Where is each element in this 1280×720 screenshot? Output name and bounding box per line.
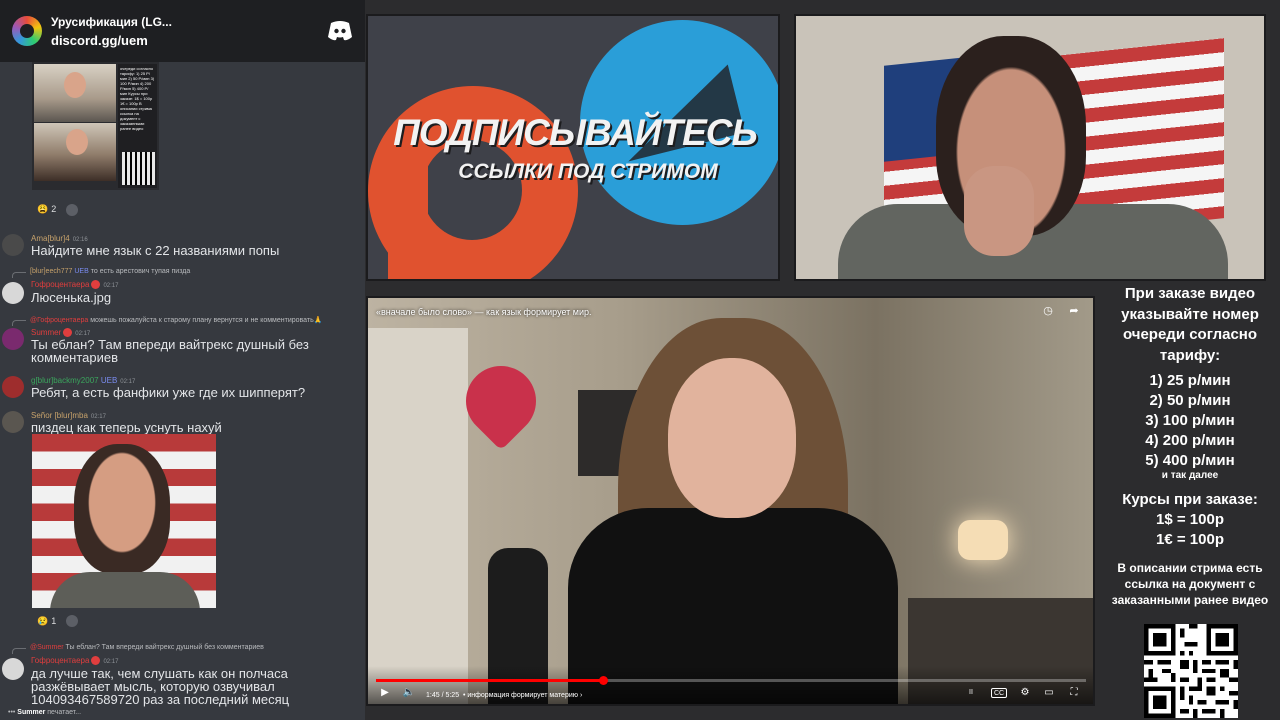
reply-preview[interactable]: [blur]eech777 UEB то есть арестович тупа… <box>30 268 190 275</box>
rate-usd: 1$ = 100р <box>1156 511 1224 528</box>
progress-fill <box>376 679 604 682</box>
subtitles-icon[interactable]: CC <box>991 688 1007 698</box>
rate-eur: 1€ = 100р <box>1156 531 1224 548</box>
message-text: Ты еблан? Там впереди вайтрекс душный бе… <box>31 337 309 365</box>
progress-scrubber[interactable] <box>599 676 609 685</box>
description-note: В описании стрима есть ссылка на докумен… <box>1111 561 1269 607</box>
username[interactable]: Señor [blur]mba 02:17 <box>31 411 106 420</box>
banner-subtitle: ССЫЛКИ ПОД СТРИМОМ <box>458 160 718 183</box>
username[interactable]: g[blur]backmy2007 UEB 02:17 <box>31 376 135 385</box>
emoji-icon: 😢 <box>37 615 49 626</box>
tariff-more: и так далее <box>1161 470 1219 481</box>
reaction-pill[interactable]: 😩 2 <box>32 201 61 217</box>
message-time: 02:17 <box>103 659 119 665</box>
avatar <box>2 376 24 398</box>
watch-later-icon[interactable]: ◷ <box>1041 304 1055 318</box>
tariff-item: 1) 25 р/мин <box>1149 372 1231 389</box>
server-icon <box>12 16 42 46</box>
subscribe-banner: ПОДПИСЫВАЙТЕСЬ ССЫЛКИ ПОД СТРИМОМ <box>366 14 780 281</box>
avatar <box>2 234 24 256</box>
thumbnail-qr-code <box>122 152 155 185</box>
tariff-item: 2) 50 р/мин <box>1149 392 1231 409</box>
message-text: пиздец как теперь уснуть нахуй <box>31 420 222 435</box>
time-display: 1:45 / 5:25 • информация формирует матер… <box>426 692 583 699</box>
add-reaction-icon[interactable] <box>66 615 78 627</box>
message-time: 02:17 <box>103 283 119 289</box>
fullscreen-icon[interactable]: ⛶ <box>1067 686 1081 700</box>
banner-title: ПОДПИСЫВАЙТЕСЬ <box>393 112 757 153</box>
rates-title: Курсы при заказе: <box>1122 491 1258 508</box>
reply-preview[interactable]: @Summer Ты еблан? Там впереди вайтрекс д… <box>30 644 264 651</box>
tariff-item: 5) 400 р/мин <box>1145 452 1235 469</box>
reply-connector <box>12 272 26 278</box>
avatar <box>2 658 24 680</box>
server-name: Урусификация (LG... <box>51 14 172 29</box>
autoplay-toggle[interactable]: II <box>964 686 978 700</box>
discord-logo-icon <box>328 21 352 41</box>
tariff-item: 3) 100 р/мин <box>1145 412 1235 429</box>
reaction-count: 2 <box>51 204 57 214</box>
avatar <box>2 328 24 350</box>
reply-connector <box>12 320 26 326</box>
qr-code <box>1144 624 1238 718</box>
username[interactable]: Ama[blur]4 02:16 <box>31 234 88 243</box>
order-instructions: При заказе видео указывайте номер очеред… <box>1121 285 1259 364</box>
chapter-label[interactable]: • информация формирует материю › <box>463 692 582 699</box>
tariff-list: 1) 25 р/мин 2) 50 р/мин 3) 100 р/мин 4) … <box>1100 371 1280 482</box>
tariff-item: 4) 200 р/мин <box>1145 432 1235 449</box>
avatar <box>2 411 24 433</box>
username[interactable]: Гофроцентаера 02:17 <box>31 280 119 290</box>
heart-lamp <box>958 520 1008 560</box>
video-player[interactable]: «вначале было слово» — как язык формируе… <box>366 296 1095 706</box>
thumbnail-photo-2 <box>34 123 116 181</box>
reaction-count: 1 <box>51 616 57 626</box>
emoji-icon: 😩 <box>37 203 49 214</box>
player-controls: ▶ 🔈 1:45 / 5:25 • информация формирует м… <box>368 666 1093 704</box>
volume-icon[interactable]: 🔈 <box>402 686 416 700</box>
progress-bar[interactable] <box>376 676 1086 685</box>
reply-connector <box>12 648 26 654</box>
thumbnail-photo-1 <box>34 64 116 122</box>
message-text: Ребят, а есть фанфики уже где их шипперя… <box>31 385 306 400</box>
username[interactable]: Summer 02:17 <box>31 328 90 338</box>
message-text: да лучше так, чем слушать как он полчаса… <box>31 666 290 707</box>
share-icon[interactable]: ➦ <box>1067 304 1081 318</box>
video-person-face <box>668 358 796 518</box>
discord-chat-overlay: Урусификация (LG... discord.gg/uem очере… <box>0 0 365 720</box>
video-title[interactable]: «вначале было слово» — как язык формируе… <box>376 307 592 317</box>
message-text: Люсенька.jpg <box>31 290 112 305</box>
server-invite[interactable]: discord.gg/uem <box>51 33 172 48</box>
add-reaction-icon[interactable] <box>66 204 78 216</box>
avatar <box>2 282 24 304</box>
message-text: Найдите мне язык с 22 названиями попы <box>31 243 280 258</box>
play-icon[interactable]: ▶ <box>378 686 392 700</box>
chat-header: Урусификация (LG... discord.gg/uem <box>0 0 365 62</box>
username[interactable]: Гофроцентаера 02:17 <box>31 656 119 666</box>
settings-icon[interactable]: ⚙ <box>1018 686 1032 700</box>
reply-preview[interactable]: @Гофроцентаера можешь пожалуйста к старо… <box>30 316 322 324</box>
reaction-pill[interactable]: 😢 1 <box>32 613 61 629</box>
cast-icon[interactable]: ▭ <box>1042 686 1056 700</box>
streamer-webcam <box>794 14 1266 281</box>
order-info-panel: При заказе видео указывайте номер очеред… <box>1100 282 1280 720</box>
typing-indicator: ••• Summer печатает... <box>8 709 82 716</box>
attached-photo[interactable] <box>32 434 216 608</box>
attached-stream-thumbnail[interactable]: очереди согласно тарифу: 1) 25 Р/мин 2) … <box>32 62 159 190</box>
